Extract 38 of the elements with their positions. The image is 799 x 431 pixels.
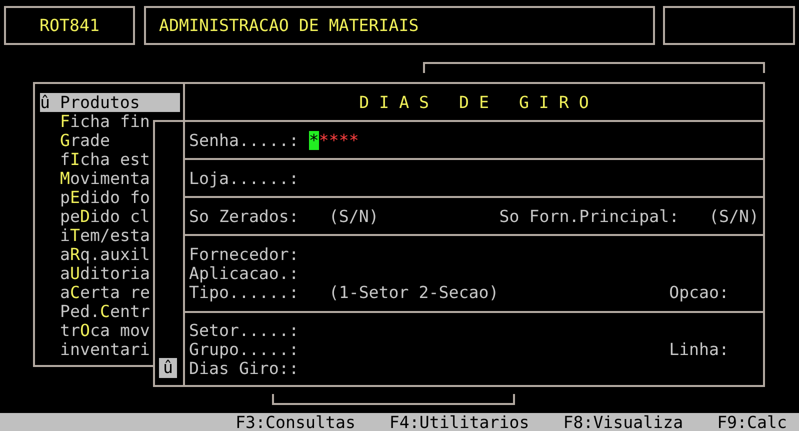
system-title: ADMINISTRACAO DE MATERIAIS <box>159 16 419 35</box>
field-label: So Zerados: <box>189 206 300 226</box>
field-label: Senha.....: <box>189 130 300 150</box>
program-code: ROT841 <box>40 16 100 35</box>
field-label: Linha: <box>669 340 730 358</box>
field-label: Tipo......: <box>189 283 300 302</box>
field-label: Setor.....: <box>189 320 300 340</box>
function-key-label[interactable]: F3:Consultas <box>236 412 356 431</box>
function-key-label[interactable]: F4:Utilitarios <box>389 412 530 431</box>
menu-item[interactable]: G rade <box>60 131 110 150</box>
menu-item[interactable]: pEdido fo <box>60 188 150 207</box>
field-label: Grupo.....: <box>189 340 300 358</box>
password-field[interactable]: ***** <box>308 130 359 150</box>
menu-item[interactable]: Ficha fin <box>60 112 150 131</box>
submenu-marker[interactable]: û <box>159 358 177 378</box>
field-label: Aplicacao.: <box>189 264 300 283</box>
field-label: Dias Giro:: <box>189 358 300 378</box>
menu-item[interactable]: iTem/esta <box>60 226 150 245</box>
field-label: So Forn.Principal: <box>499 206 680 226</box>
menu-item[interactable]: aUditoria <box>60 264 150 283</box>
function-key-label[interactable]: F9:Calc <box>717 412 787 431</box>
menu-item[interactable]: aRq.auxil <box>60 245 150 264</box>
field-label: Fornecedor: <box>189 245 300 264</box>
function-key-label[interactable]: F8:Visualiza <box>563 412 684 431</box>
dialog-title: D I A S D E G I R O <box>359 92 589 112</box>
field-hint: (S/N) <box>328 206 379 226</box>
menu-item[interactable]: û Produtos <box>40 93 180 112</box>
menu-item[interactable]: fIcha est <box>60 150 150 169</box>
menu-item[interactable]: Ped.Centr <box>60 302 150 321</box>
menu-item[interactable]: peDido cl <box>60 207 150 226</box>
field-hint: (1-Setor 2-Secao) <box>328 283 499 302</box>
field-label: Loja......: <box>189 168 300 188</box>
menu-item[interactable]: aCerta re <box>60 283 150 302</box>
field-hint: (S/N) <box>709 206 759 226</box>
field-label: Opcao: <box>669 283 730 302</box>
menu-item[interactable]: inventari <box>60 340 150 359</box>
menu-item[interactable]: trOca mov <box>60 321 150 340</box>
menu-item[interactable]: Movimenta <box>60 169 150 188</box>
